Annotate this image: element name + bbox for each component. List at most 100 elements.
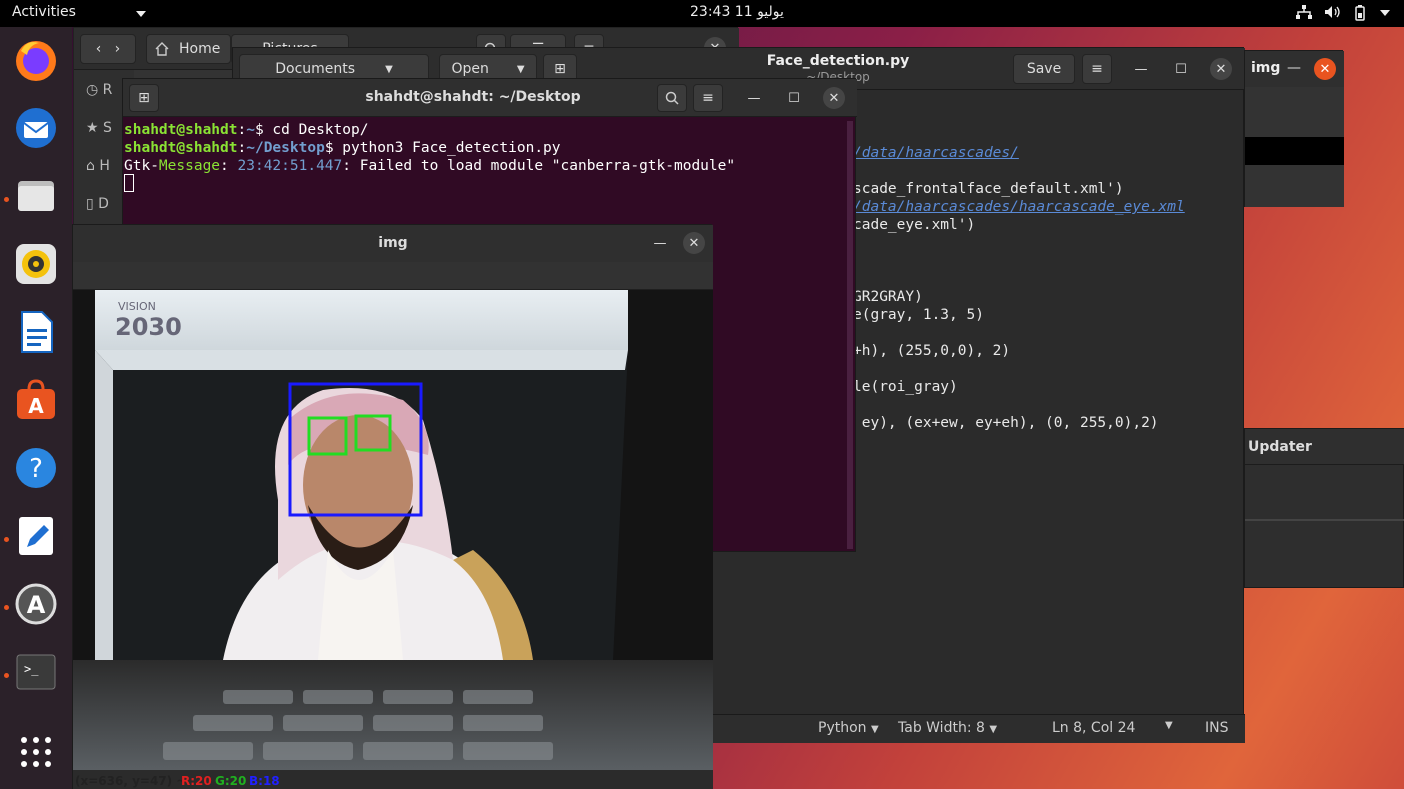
sidebar-item-home[interactable]: ⌂ H [86, 158, 110, 174]
libreoffice-writer-icon[interactable] [12, 308, 60, 356]
code-line: scade_frontalface_default.xml') [853, 181, 1124, 197]
text-editor-icon[interactable] [12, 512, 60, 560]
cv-statusbar: (x=636, y=47) ~ R:20 G:20 B:18 [73, 770, 713, 789]
forward-icon[interactable]: › [115, 41, 121, 57]
camera-frame[interactable]: VISION 2030 [73, 290, 713, 770]
close-icon[interactable]: ✕ [823, 87, 845, 109]
tab-width-selector[interactable]: Tab Width: 8 ▼ [898, 720, 997, 736]
minimize-icon[interactable]: — [1287, 60, 1301, 76]
terminal-command: $ python3 Face_detection.py [324, 140, 561, 156]
opencv-img-window: img — ✕ VISION 2030 (x=636, y=47) ~ R:20… [72, 224, 713, 789]
chevron-down-icon: ▼ [385, 63, 393, 75]
minimize-icon[interactable]: — [649, 232, 671, 254]
back-icon[interactable]: ‹ [96, 41, 102, 57]
cv-window-header: img — ✕ [73, 225, 713, 262]
close-icon[interactable]: ✕ [1314, 58, 1336, 80]
tab-width-label: Tab Width: 8 [898, 720, 985, 736]
minimize-icon[interactable]: — [743, 87, 765, 109]
top-bar: Activities 23:43 11 يوليو [0, 0, 1404, 27]
sidebar-item-desktop[interactable]: ▯ D [86, 196, 109, 212]
terminal-cursor [124, 174, 134, 192]
network-icon[interactable] [1296, 5, 1312, 23]
code-line: le(roi_gray) [853, 379, 958, 395]
terminal-menu-button[interactable]: ≡ [693, 84, 723, 112]
terminal-title: shahdt@shahdt: ~/Desktop [365, 89, 581, 105]
img-window-title: img [1251, 60, 1281, 76]
terminal-icon[interactable]: >_ [12, 648, 60, 696]
desktop-icon: ▯ [86, 196, 94, 212]
img-toolbar [1245, 87, 1344, 137]
chevron-down-icon[interactable]: ▼ [1165, 720, 1173, 731]
maximize-icon[interactable]: ☐ [1170, 58, 1192, 80]
dock: A ? A >_ [0, 27, 72, 789]
language-selector[interactable]: Python ▼ [818, 720, 879, 736]
battery-icon[interactable] [1352, 5, 1368, 25]
prompt-user: shahdt@shahdt [124, 140, 238, 156]
app-menu-chevron-icon[interactable] [136, 11, 146, 17]
pixel-coords: (x=636, y=47) ~ [75, 774, 187, 788]
hamburger-icon: ≡ [702, 90, 714, 106]
svg-text:A: A [28, 394, 44, 418]
editor-title: Face_detection.py [766, 53, 910, 69]
software-updater-icon[interactable]: A [12, 580, 60, 628]
terminal-line: shahdt@shahdt:~/Desktop$ python3 Face_de… [124, 140, 561, 156]
sidebar-item-label: H [99, 158, 110, 174]
code-line: GR2GRAY) [853, 289, 923, 305]
minimize-icon[interactable]: — [1130, 58, 1152, 80]
maximize-icon[interactable]: ☐ [783, 87, 805, 109]
search-icon [665, 91, 679, 105]
star-icon: ★ [86, 120, 99, 136]
new-terminal-tab-button[interactable]: ⊞ [129, 84, 159, 112]
thunderbird-icon[interactable] [12, 104, 60, 152]
code-text: scade_frontalface_default.xml') [853, 181, 1124, 197]
img-status [1245, 165, 1344, 207]
clock-icon: ◷ [86, 82, 99, 98]
terminal-scrollbar[interactable] [847, 121, 853, 549]
system-menu-chevron-icon[interactable] [1380, 10, 1390, 16]
files-icon[interactable] [12, 172, 60, 220]
cursor-position[interactable]: Ln 8, Col 24 [1052, 720, 1135, 736]
pixel-b: B:18 [249, 774, 280, 788]
rhythmbox-icon[interactable] [12, 240, 60, 288]
software-store-icon[interactable]: A [12, 376, 60, 424]
prompt-user: shahdt@shahdt [124, 122, 238, 138]
terminal-command: $ cd Desktop/ [254, 122, 369, 138]
terminal-search-button[interactable] [657, 84, 687, 112]
message-tag: Message [158, 158, 221, 174]
path-home-label: Home [179, 41, 221, 57]
close-icon[interactable]: ✕ [1210, 58, 1232, 80]
clock[interactable]: 23:43 11 يوليو [690, 4, 784, 20]
message-time: 23:42:51.447 [237, 158, 343, 174]
show-applications-icon[interactable] [12, 728, 60, 776]
divider [1245, 519, 1404, 521]
firefox-icon[interactable] [12, 36, 60, 84]
activities-button[interactable]: Activities [12, 4, 76, 20]
chevron-down-icon: ▼ [516, 63, 525, 75]
language-label: Python [818, 720, 867, 736]
close-icon[interactable]: ✕ [683, 232, 705, 254]
svg-text:A: A [27, 591, 46, 619]
open-label: Open [451, 61, 489, 77]
save-button[interactable]: Save [1013, 54, 1075, 84]
pixel-g: G:20 [215, 774, 247, 788]
svg-text:VISION: VISION [118, 300, 156, 313]
home-icon: ⌂ [86, 158, 95, 174]
path-home[interactable]: Home [146, 34, 231, 64]
chevron-down-icon: ▼ [870, 724, 879, 735]
help-icon[interactable]: ? [12, 444, 60, 492]
svg-text:?: ? [29, 454, 43, 484]
home-icon [155, 42, 169, 56]
nav-back-forward[interactable]: ‹ › [80, 34, 136, 64]
sidebar-item-starred[interactable]: ★ S [86, 120, 112, 136]
sidebar-item-label: R [102, 82, 113, 98]
save-label: Save [1026, 61, 1062, 77]
insert-mode: INS [1205, 720, 1229, 736]
message-text: : Failed to load module "canberra-gtk-mo… [342, 158, 736, 174]
documents-label: Documents [275, 61, 356, 77]
volume-icon[interactable] [1324, 5, 1340, 23]
position-label: Ln 8, Col 24 [1052, 720, 1136, 736]
sidebar-item-recent[interactable]: ◷ R [86, 82, 112, 98]
code-line: cade_eye.xml') [853, 217, 976, 233]
hamburger-icon: ≡ [1091, 61, 1103, 77]
editor-menu-button[interactable]: ≡ [1082, 54, 1112, 84]
